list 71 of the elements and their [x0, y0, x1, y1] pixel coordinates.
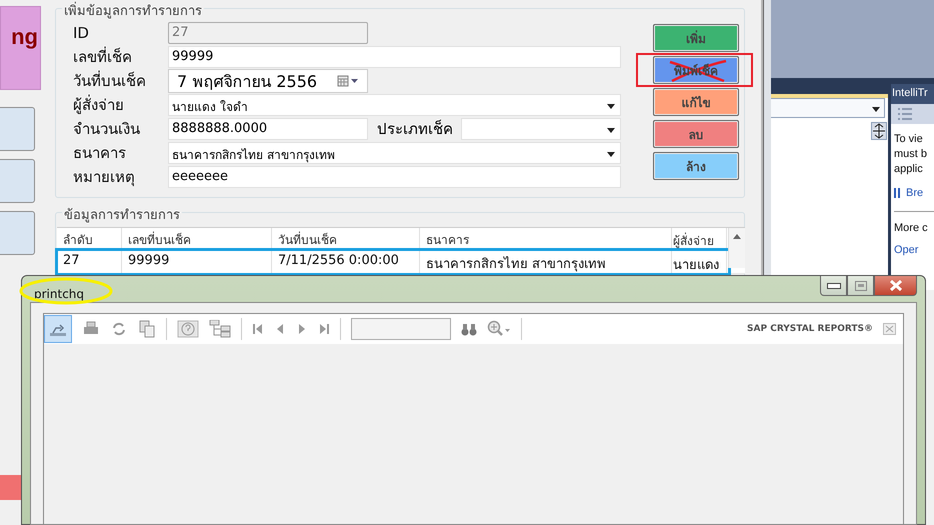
minimize-icon [826, 282, 840, 288]
table-cell: ธนาคารกสิกรไทย สาขากรุงเทพ [420, 251, 672, 273]
action-button[interactable]: ล้าง [653, 152, 739, 180]
group-title: เพิ่มข้อมูลการทำรายการ [62, 0, 204, 21]
refresh-icon[interactable] [110, 320, 128, 338]
pause-icon [894, 188, 900, 198]
maximize-icon [854, 280, 866, 290]
section-label: More c [894, 222, 929, 234]
action-button[interactable]: ลบ [653, 120, 739, 148]
table-cell: 27 [57, 251, 122, 273]
text-field[interactable]: eeeeeee [168, 166, 621, 188]
column-header[interactable]: วันที่บนเช็ค [272, 228, 420, 250]
id-field: 27 [168, 22, 368, 44]
zoom-icon[interactable] [487, 320, 511, 338]
info-text: To vie must b applic [894, 132, 928, 177]
caret-icon [606, 126, 616, 134]
date-picker[interactable]: 7 พฤศจิกายน 2556 [168, 69, 368, 93]
table-cell: 99999 [122, 251, 272, 273]
side-button[interactable] [0, 159, 35, 203]
close-button[interactable] [874, 276, 917, 296]
scroll-up-icon[interactable] [733, 234, 741, 239]
maximize-button[interactable] [847, 276, 874, 296]
list-icon[interactable] [897, 107, 913, 121]
scrollbar[interactable] [728, 228, 745, 268]
combo-box[interactable]: นายแดง ใจดำ [168, 94, 621, 116]
field-label: วันที่บนเช็ค [73, 70, 147, 92]
caret-icon [871, 105, 881, 113]
export-icon[interactable] [44, 315, 72, 343]
text-field[interactable]: 8888888.0000 [168, 118, 368, 140]
action-button[interactable]: เพิ่ม [653, 24, 739, 52]
splitter-icon[interactable] [871, 122, 887, 140]
link-text[interactable]: Bre [906, 187, 924, 199]
brand-label: SAP CRYSTAL REPORTS® [747, 324, 873, 334]
open-link[interactable]: Oper [894, 244, 918, 256]
close-icon [888, 280, 902, 291]
column-header[interactable]: ธนาคาร [420, 228, 672, 250]
text-field[interactable]: 99999 [168, 46, 621, 68]
window-title: printchq [34, 287, 84, 301]
table-cell: นายแดง [672, 251, 727, 273]
field-label: เลขที่เช็ค [73, 46, 133, 68]
panel-title: IntelliTr [891, 84, 934, 104]
calendar-icon[interactable] [337, 75, 359, 87]
field-label: จำนวนเงิน [73, 119, 141, 140]
copy-icon[interactable] [138, 320, 156, 338]
minimize-button[interactable] [820, 276, 847, 296]
field-label: ผู้สั่งจ่าย [73, 94, 125, 116]
break-link[interactable]: Bre [894, 187, 924, 199]
caret-icon [606, 150, 616, 158]
combo-box[interactable]: ธนาคารกสิกรไทย สาขากรุงเทพ [168, 142, 621, 164]
date-value: 7 พฤศจิกายน 2556 [177, 70, 318, 92]
side-button[interactable] [0, 211, 35, 255]
field-label: ธนาคาร [73, 143, 127, 164]
field-label: หมายเหตุ [73, 167, 136, 188]
side-button[interactable] [0, 475, 22, 500]
side-button[interactable] [0, 107, 35, 151]
combo-value: ธนาคารกสิกรไทย สาขากรุงเทพ [172, 148, 335, 162]
column-header[interactable]: ผู้สั่งจ่าย [672, 228, 727, 250]
app-title: ng [11, 24, 39, 50]
field-label: ประเภทเช็ค [377, 118, 454, 140]
help-icon[interactable] [177, 320, 199, 338]
action-button[interactable]: แก้ไข [653, 88, 739, 116]
close-icon[interactable] [883, 320, 897, 338]
combo-value: นายแดง ใจดำ [172, 100, 248, 114]
field-label: ID [73, 24, 90, 42]
column-header[interactable]: เลขที่บนเช็ค [122, 228, 272, 250]
dropdown-field[interactable] [770, 98, 885, 118]
column-header[interactable]: ลำดับ [57, 228, 122, 250]
tree-icon[interactable] [209, 320, 231, 338]
table-cell: 7/11/2556 0:00:00 [272, 251, 420, 273]
caret-icon [606, 102, 616, 110]
page-field[interactable] [351, 318, 451, 340]
